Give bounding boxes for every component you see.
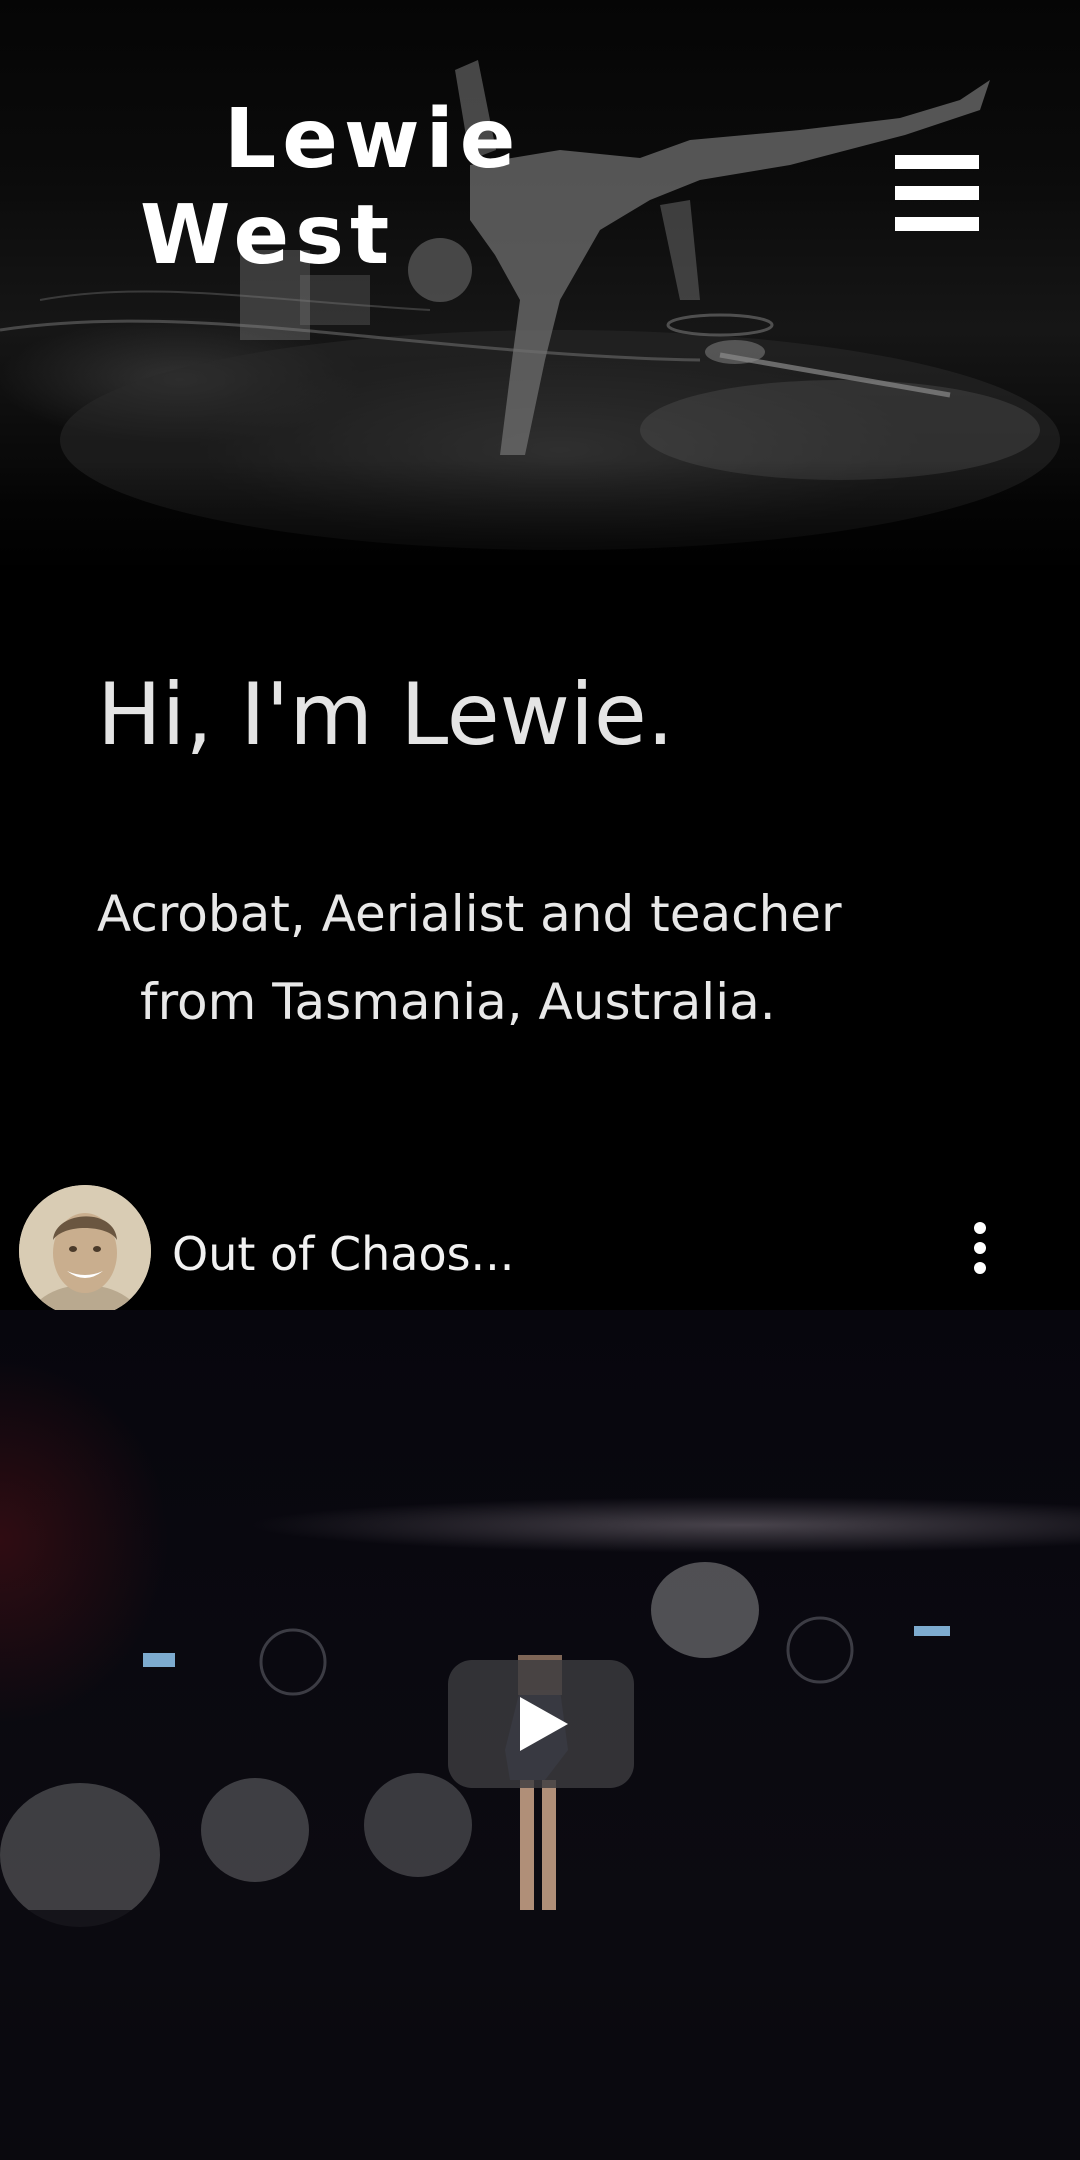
site-title-link[interactable]: Lewie West [140, 92, 522, 284]
intro-description-line2: from Tasmania, Australia. [140, 973, 776, 1031]
intro-description-line1: Acrobat, Aerialist and teacher [97, 885, 842, 943]
channel-avatar[interactable] [19, 1185, 151, 1317]
play-icon [520, 1697, 568, 1751]
hero-fade [0, 460, 1080, 600]
intro-description: Acrobat, Aerialist and teacher from Tasm… [97, 870, 917, 1046]
intro-heading: Hi, I'm Lewie. [97, 665, 675, 765]
hero-banner: Lewie West [0, 0, 1080, 600]
play-button[interactable] [448, 1660, 634, 1788]
more-vertical-icon[interactable] [960, 1220, 1000, 1280]
avatar-portrait [19, 1185, 151, 1317]
video-title[interactable]: Out of Chaos... [172, 1226, 514, 1282]
hamburger-menu-icon[interactable] [895, 155, 981, 231]
video-thumbnail[interactable] [0, 1310, 1080, 2160]
site-title-line2: West [140, 188, 396, 283]
site-title-line1: Lewie [224, 92, 522, 187]
video-header: Out of Chaos... [0, 1180, 1080, 1320]
